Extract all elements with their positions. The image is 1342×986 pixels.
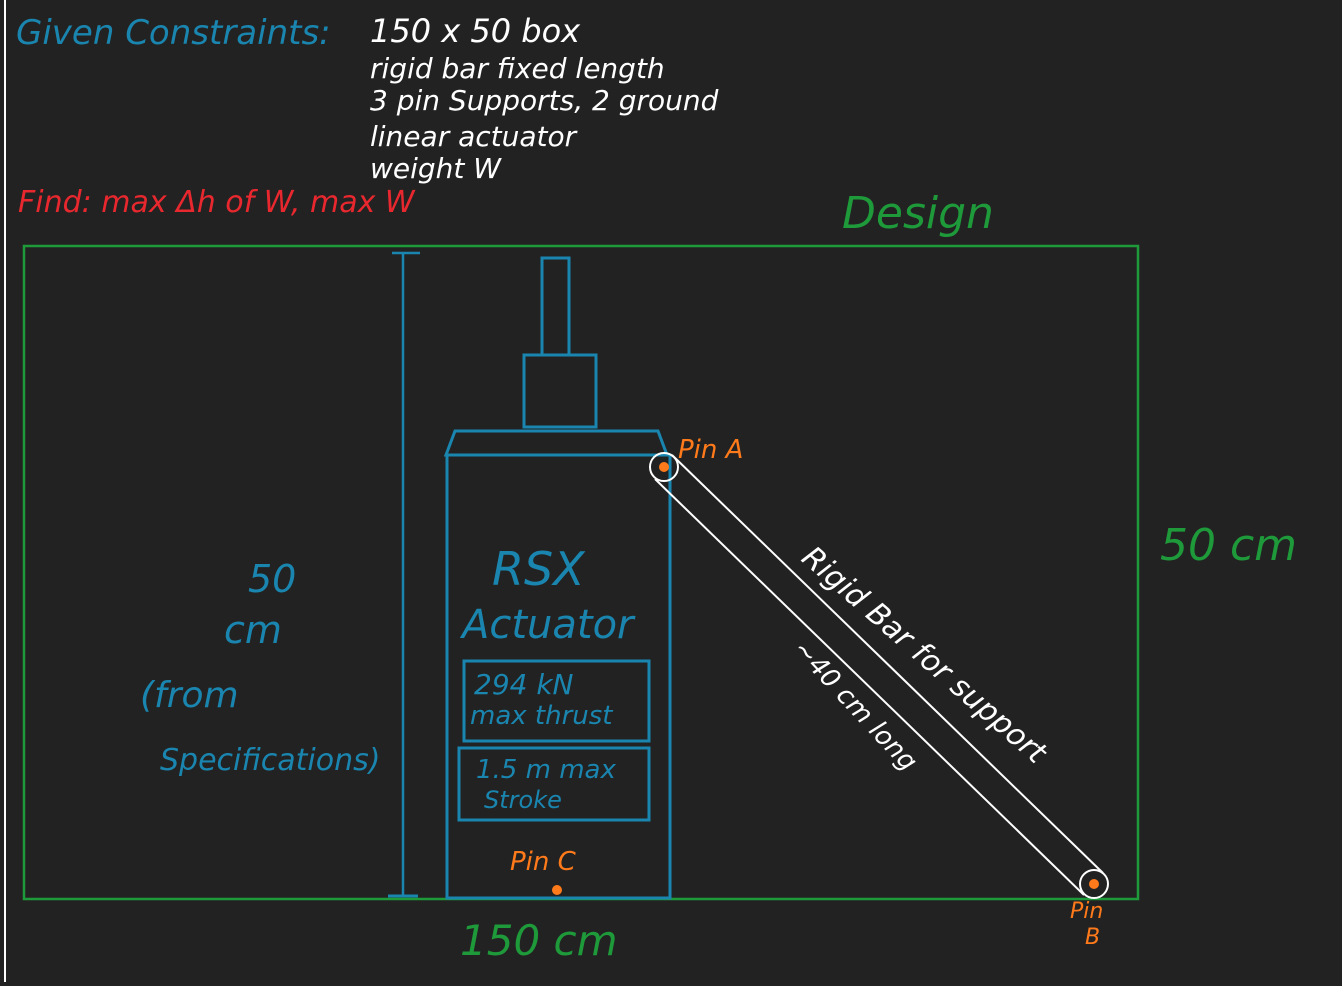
thrust-spec-line: 294 kN: [474, 668, 574, 701]
design-title: Design: [842, 188, 994, 239]
constraint-line: linear actuator: [370, 120, 578, 153]
pin-c-label: Pin C: [510, 847, 577, 877]
height-dimension: [388, 251, 420, 898]
pin-a-point: [659, 462, 669, 472]
actuator-name-line: Actuator: [459, 602, 636, 648]
box-height-label: 50 cm: [1160, 520, 1297, 571]
constraint-line: 150 x 50 box: [370, 12, 581, 50]
box-width-label: 150 cm: [460, 916, 618, 965]
rigid-bar: [649, 452, 1109, 899]
whiteboard-canvas: Given Constraints: 150 x 50 box rigid ba…: [0, 0, 1342, 982]
dim-left-line: 50: [248, 557, 296, 601]
constraint-line: weight W: [370, 152, 502, 185]
stroke-spec-line: 1.5 m max: [476, 755, 616, 785]
constraint-line: 3 pin Supports, 2 ground: [370, 84, 719, 117]
stroke-spec-line: Stroke: [484, 786, 562, 814]
pin-b-label: Pin: [1070, 899, 1103, 924]
rigid-bar-label: Rigid Bar for support: [795, 540, 1054, 772]
constraint-line: rigid bar fixed length: [370, 52, 665, 85]
dim-left-line: cm: [224, 608, 282, 652]
given-constraints-label: Given Constraints:: [16, 13, 331, 53]
actuator-name-line: RSX: [492, 542, 586, 596]
pin-a-label: Pin A: [678, 435, 743, 465]
canvas-left-border: [4, 0, 6, 982]
thrust-spec-line: max thrust: [470, 701, 613, 731]
dim-left-line: Specifications): [160, 743, 380, 778]
pin-b-point: [1089, 879, 1099, 889]
dim-left-line: (from: [140, 675, 239, 716]
pin-c-point: [552, 885, 562, 895]
pin-b-label: B: [1085, 925, 1100, 950]
design-sketch: Given Constraints: 150 x 50 box rigid ba…: [16, 12, 1297, 965]
find-label: Find: max Δh of W, max W: [18, 185, 416, 220]
